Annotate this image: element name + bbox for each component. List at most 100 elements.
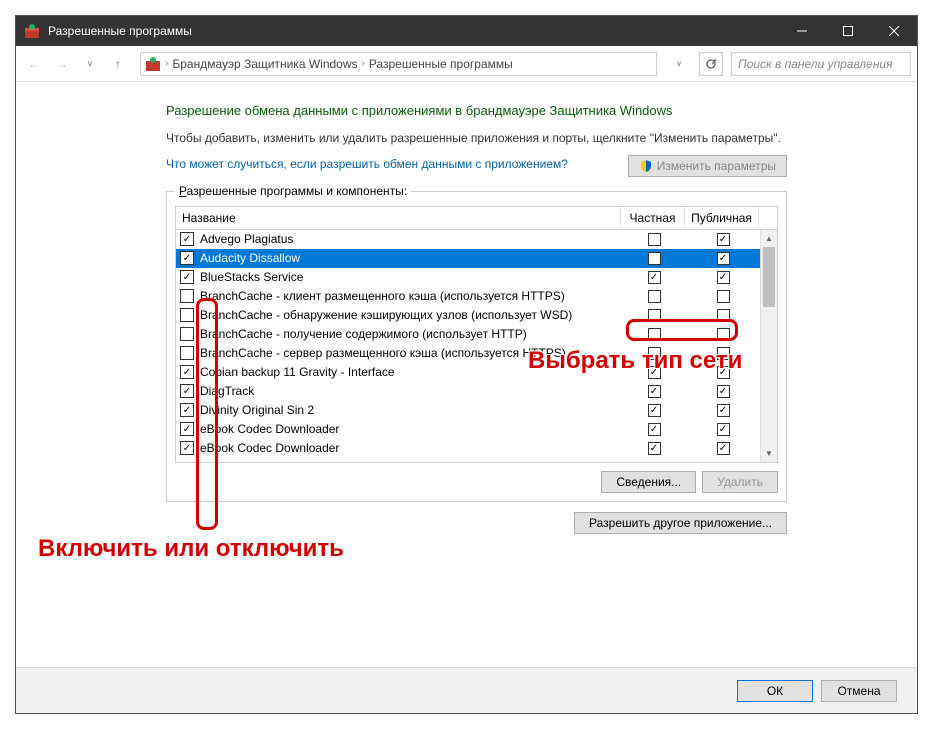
- allow-other-row: Разрешить другое приложение...: [166, 512, 787, 534]
- up-button[interactable]: ↑: [106, 52, 130, 76]
- table-rows: ✓ Advego Plagiatus ✓ ✓ Audacity Dissallow ✓ ✓ B…: [176, 230, 760, 462]
- refresh-button[interactable]: [699, 52, 723, 76]
- app-name: Divinity Original Sin 2: [200, 403, 622, 417]
- enable-checkbox[interactable]: [180, 346, 194, 360]
- public-checkbox[interactable]: ✓: [717, 252, 730, 265]
- private-checkbox[interactable]: [648, 233, 661, 246]
- table-row[interactable]: ✓ eBook Codec Downloader ✓ ✓: [176, 439, 760, 458]
- breadcrumb-item[interactable]: Брандмауэр Защитника Windows: [172, 57, 357, 71]
- scroll-up-button[interactable]: ▲: [761, 230, 777, 247]
- app-name: BlueStacks Service: [200, 270, 622, 284]
- breadcrumb-item[interactable]: Разрешенные программы: [369, 57, 513, 71]
- table-row[interactable]: ✓ eBook Codec Downloader ✓ ✓: [176, 420, 760, 439]
- window: Разрешенные программы ← → v ↑ › Брандмау…: [15, 15, 918, 714]
- enable-checkbox[interactable]: ✓: [180, 384, 194, 398]
- enable-checkbox[interactable]: ✓: [180, 251, 194, 265]
- public-checkbox[interactable]: ✓: [717, 271, 730, 284]
- enable-checkbox[interactable]: ✓: [180, 270, 194, 284]
- table-row[interactable]: ✓ BlueStacks Service ✓ ✓: [176, 268, 760, 287]
- enable-checkbox[interactable]: ✓: [180, 232, 194, 246]
- enable-checkbox[interactable]: ✓: [180, 422, 194, 436]
- enable-checkbox[interactable]: ✓: [180, 365, 194, 379]
- table-row[interactable]: ✓ Advego Plagiatus ✓: [176, 230, 760, 249]
- private-checkbox[interactable]: [648, 290, 661, 303]
- footer: ОК Отмена: [16, 667, 917, 713]
- enable-checkbox[interactable]: [180, 308, 194, 322]
- scroll-down-button[interactable]: ▼: [761, 445, 777, 462]
- page-heading: Разрешение обмена данными с приложениями…: [166, 102, 787, 120]
- breadcrumb[interactable]: › Брандмауэр Защитника Windows › Разреше…: [140, 52, 657, 76]
- private-checkbox[interactable]: [648, 252, 661, 265]
- chevron-right-icon: ›: [362, 58, 365, 69]
- public-checkbox[interactable]: ✓: [717, 404, 730, 417]
- window-title: Разрешенные программы: [48, 24, 779, 38]
- annotation-highlight-right: [626, 319, 738, 341]
- app-name: DiagTrack: [200, 384, 622, 398]
- annotation-text-bottom: Включить или отключить: [38, 535, 344, 563]
- annotation-highlight-left: [196, 298, 218, 530]
- table-row[interactable]: BranchCache - клиент размещенного кэша (…: [176, 287, 760, 306]
- close-button[interactable]: [871, 16, 917, 46]
- public-checkbox[interactable]: ✓: [717, 233, 730, 246]
- scroll-thumb[interactable]: [763, 247, 775, 307]
- chevron-right-icon: ›: [165, 58, 168, 69]
- app-name: BranchCache - получение содержимого (исп…: [200, 327, 622, 341]
- table-body: ✓ Advego Plagiatus ✓ ✓ Audacity Dissallow ✓ ✓ B…: [176, 230, 777, 462]
- details-button[interactable]: Сведения...: [601, 471, 696, 493]
- app-name: eBook Codec Downloader: [200, 441, 622, 455]
- scrollbar[interactable]: ▲ ▼: [760, 230, 777, 462]
- private-checkbox[interactable]: ✓: [648, 271, 661, 284]
- enable-checkbox[interactable]: [180, 289, 194, 303]
- cancel-button[interactable]: Отмена: [821, 680, 897, 702]
- col-name[interactable]: Название: [176, 207, 621, 229]
- enable-checkbox[interactable]: ✓: [180, 403, 194, 417]
- recent-dropdown[interactable]: v: [78, 52, 102, 76]
- app-name: Advego Plagiatus: [200, 232, 622, 246]
- firewall-icon: [24, 23, 40, 39]
- forward-button[interactable]: →: [50, 52, 74, 76]
- table-row[interactable]: ✓ Audacity Dissallow ✓: [176, 249, 760, 268]
- help-link[interactable]: Что может случиться, если разрешить обме…: [166, 157, 568, 171]
- button-label: Изменить параметры: [657, 159, 776, 173]
- delete-button[interactable]: Удалить: [702, 471, 778, 493]
- content: Разрешение обмена данными с приложениями…: [16, 82, 917, 554]
- public-checkbox[interactable]: ✓: [717, 385, 730, 398]
- public-checkbox[interactable]: ✓: [717, 442, 730, 455]
- public-checkbox[interactable]: ✓: [717, 423, 730, 436]
- firewall-icon: [145, 56, 161, 72]
- scroll-track[interactable]: [761, 307, 777, 445]
- table-row[interactable]: ✓ DiagTrack ✓ ✓: [176, 382, 760, 401]
- search-input[interactable]: Поиск в панели управления: [731, 52, 911, 76]
- private-checkbox[interactable]: ✓: [648, 385, 661, 398]
- col-public[interactable]: Публичная: [685, 207, 759, 229]
- enable-checkbox[interactable]: ✓: [180, 441, 194, 455]
- app-name: Audacity Dissallow: [200, 251, 622, 265]
- change-settings-button[interactable]: Изменить параметры: [628, 155, 787, 177]
- enable-checkbox[interactable]: [180, 327, 194, 341]
- app-name: eBook Codec Downloader: [200, 422, 622, 436]
- page-description: Чтобы добавить, изменить или удалить раз…: [166, 130, 787, 147]
- private-checkbox[interactable]: ✓: [648, 404, 661, 417]
- allow-other-button[interactable]: Разрешить другое приложение...: [574, 512, 787, 534]
- table-header: Название Частная Публичная: [176, 207, 777, 230]
- col-private[interactable]: Частная: [621, 207, 685, 229]
- group-label: РРазрешенные программы и компоненты:азре…: [175, 184, 411, 198]
- table-row[interactable]: ✓ Divinity Original Sin 2 ✓ ✓: [176, 401, 760, 420]
- minimize-button[interactable]: [779, 16, 825, 46]
- private-checkbox[interactable]: ✓: [648, 442, 661, 455]
- item-buttons: Сведения... Удалить: [175, 471, 778, 493]
- back-button[interactable]: ←: [22, 52, 46, 76]
- titlebar: Разрешенные программы: [16, 16, 917, 46]
- app-name: BranchCache - клиент размещенного кэша (…: [200, 289, 622, 303]
- col-scroll-gap: [759, 207, 777, 229]
- annotation-text-right: Выбрать тип сети: [528, 347, 742, 375]
- maximize-button[interactable]: [825, 16, 871, 46]
- ok-button[interactable]: ОК: [737, 680, 813, 702]
- navbar: ← → v ↑ › Брандмауэр Защитника Windows ›…: [16, 46, 917, 82]
- app-name: BranchCache - обнаружение кэширующих узл…: [200, 308, 622, 322]
- breadcrumb-dropdown[interactable]: v: [667, 52, 691, 76]
- shield-icon: [639, 159, 653, 173]
- search-placeholder: Поиск в панели управления: [738, 57, 893, 71]
- public-checkbox[interactable]: [717, 290, 730, 303]
- private-checkbox[interactable]: ✓: [648, 423, 661, 436]
